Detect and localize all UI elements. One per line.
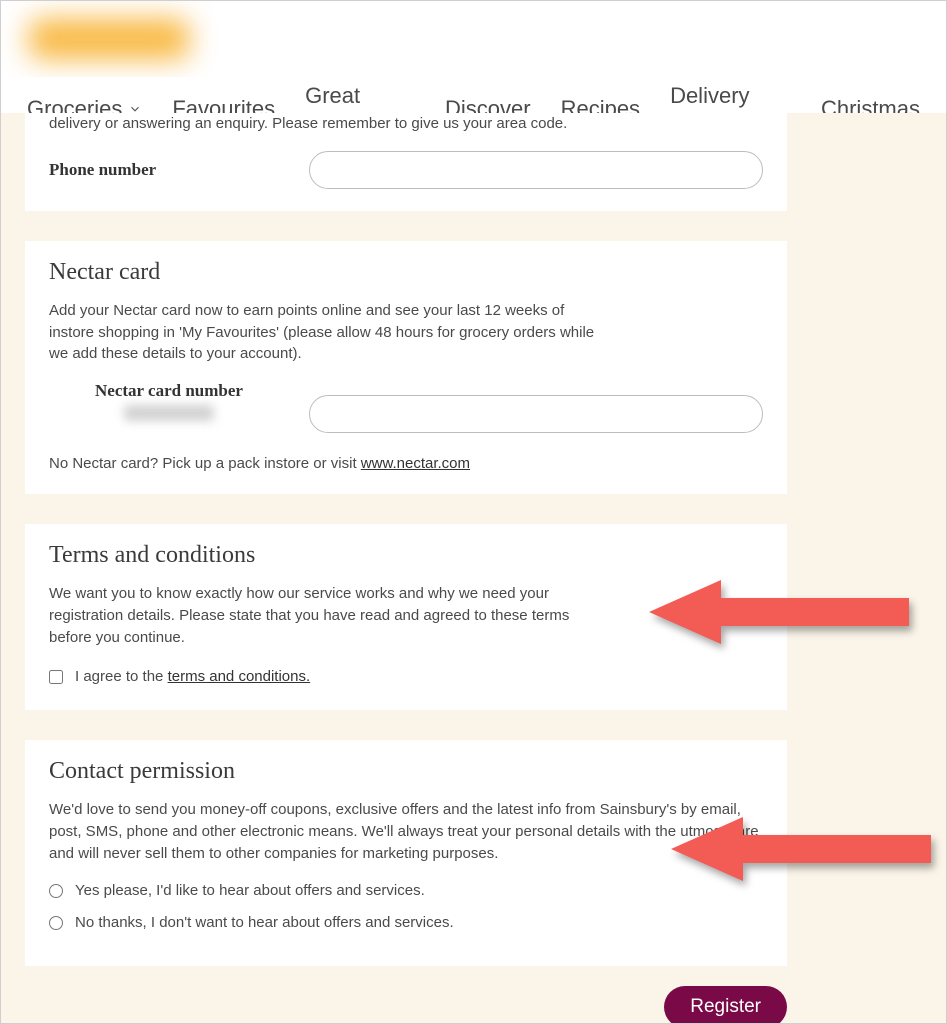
nectar-section: Nectar card Add your Nectar card now to … bbox=[25, 241, 787, 494]
contact-radio-list: Yes please, I'd like to hear about offer… bbox=[49, 880, 763, 934]
nectar-desc: Add your Nectar card now to earn points … bbox=[49, 300, 609, 365]
terms-checkbox[interactable] bbox=[49, 670, 63, 684]
annotation-arrow-2 bbox=[671, 813, 931, 885]
no-nectar-text: No Nectar card? Pick up a pack instore o… bbox=[49, 455, 763, 472]
terms-checkbox-label: I agree to the terms and conditions. bbox=[75, 666, 310, 688]
contact-radio-yes-label: Yes please, I'd like to hear about offer… bbox=[75, 880, 425, 902]
nectar-input[interactable] bbox=[309, 395, 763, 433]
nectar-label: Nectar card number bbox=[49, 381, 289, 401]
terms-desc: We want you to know exactly how our serv… bbox=[49, 583, 609, 648]
contact-desc: We'd love to send you money-off coupons,… bbox=[49, 799, 763, 864]
annotation-arrow-1 bbox=[649, 576, 909, 648]
nectar-link[interactable]: www.nectar.com bbox=[361, 455, 470, 472]
form-column: delivery or answering an enquiry. Please… bbox=[25, 113, 787, 1024]
phone-field-row: Phone number bbox=[49, 151, 763, 189]
page-frame: Groceries Favourites Great Prices Discov… bbox=[0, 0, 947, 1024]
contact-radio-yes-row: Yes please, I'd like to hear about offer… bbox=[49, 880, 763, 902]
no-nectar-prefix: No Nectar card? Pick up a pack instore o… bbox=[49, 455, 361, 472]
terms-title: Terms and conditions bbox=[49, 542, 763, 569]
register-row: Register bbox=[25, 986, 787, 1024]
nectar-sublabel-blur bbox=[124, 405, 214, 421]
phone-label: Phone number bbox=[49, 160, 289, 180]
contact-radio-no[interactable] bbox=[49, 916, 63, 930]
register-button[interactable]: Register bbox=[664, 986, 787, 1024]
nectar-field-row: Nectar card number bbox=[49, 381, 763, 433]
terms-link[interactable]: terms and conditions. bbox=[168, 668, 311, 685]
phone-section: delivery or answering an enquiry. Please… bbox=[25, 113, 787, 211]
terms-check-row: I agree to the terms and conditions. bbox=[49, 666, 763, 688]
contact-radio-yes[interactable] bbox=[49, 884, 63, 898]
terms-label-prefix: I agree to the bbox=[75, 668, 168, 685]
contact-title: Contact permission bbox=[49, 758, 763, 785]
phone-intro: delivery or answering an enquiry. Please… bbox=[49, 113, 763, 135]
nectar-title: Nectar card bbox=[49, 259, 763, 286]
contact-radio-no-label: No thanks, I don't want to hear about of… bbox=[75, 912, 454, 934]
contact-radio-no-row: No thanks, I don't want to hear about of… bbox=[49, 912, 763, 934]
page-body: delivery or answering an enquiry. Please… bbox=[1, 113, 946, 1023]
phone-input[interactable] bbox=[309, 151, 763, 189]
logo-blur bbox=[29, 19, 189, 59]
